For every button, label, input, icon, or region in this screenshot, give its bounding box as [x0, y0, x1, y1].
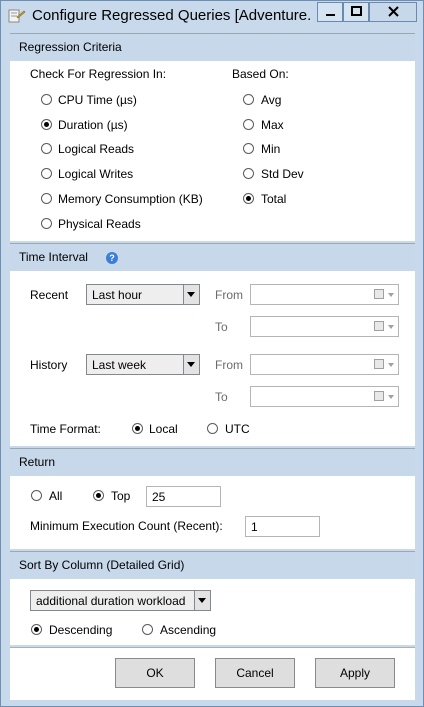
help-icon[interactable]: ? [106, 252, 118, 264]
min-label: Min [261, 142, 281, 156]
top-label: Top [111, 489, 131, 503]
ascending-label: Ascending [160, 623, 217, 637]
top-count-input[interactable]: 25 [146, 486, 221, 507]
total-radio[interactable] [243, 193, 254, 204]
minimize-button[interactable] [317, 2, 343, 22]
physical-reads-radio[interactable] [41, 218, 52, 229]
physical-reads-label: Physical Reads [58, 217, 141, 231]
recent-from-label: From [215, 288, 243, 302]
avg-label: Avg [261, 93, 282, 107]
utc-label: UTC [225, 422, 250, 436]
descending-radio[interactable] [31, 624, 42, 635]
history-dropdown[interactable]: Last week [86, 354, 200, 375]
logical-writes-radio[interactable] [41, 168, 52, 179]
title-bar: Configure Regressed Queries [Adventure..… [1, 1, 423, 31]
maximize-button[interactable] [343, 2, 369, 22]
std-dev-radio[interactable] [243, 168, 254, 179]
duration-radio[interactable] [41, 119, 52, 130]
min-exec-input[interactable]: 1 [245, 516, 320, 537]
memory-consumption-label: Memory Consumption (KB) [58, 192, 203, 206]
ascending-radio[interactable] [142, 624, 153, 635]
calendar-icon [374, 321, 384, 331]
sort-header: Sort By Column (Detailed Grid) [10, 551, 415, 579]
top-radio[interactable] [93, 490, 104, 501]
chevron-down-icon [388, 363, 394, 367]
window-title: Configure Regressed Queries [Adventure..… [32, 7, 312, 24]
based-on-label: Based On: [232, 67, 289, 81]
close-button[interactable] [369, 2, 417, 22]
time-format-label: Time Format: [30, 422, 101, 436]
chevron-down-icon [183, 285, 199, 304]
min-exec-label: Minimum Execution Count (Recent): [30, 519, 223, 533]
sort-column-dropdown[interactable]: additional duration workload [30, 590, 211, 611]
chevron-down-icon [388, 293, 394, 297]
chevron-down-icon [388, 395, 394, 399]
apply-button[interactable]: Apply [315, 658, 395, 688]
history-from-label: From [215, 358, 243, 372]
chevron-down-icon [388, 325, 394, 329]
regression-criteria-header: Regression Criteria [10, 33, 415, 61]
memory-consumption-radio[interactable] [41, 193, 52, 204]
all-radio[interactable] [31, 490, 42, 501]
duration-label: Duration (µs) [58, 118, 128, 132]
logical-reads-label: Logical Reads [58, 142, 135, 156]
return-panel: All Top 25 Minimum Execution Count (Rece… [10, 476, 415, 549]
std-dev-label: Std Dev [261, 167, 304, 181]
local-radio[interactable] [132, 423, 143, 434]
local-label: Local [149, 422, 178, 436]
regression-criteria-panel: Check For Regression In: Based On: CPU T… [10, 61, 415, 241]
recent-from-date[interactable] [250, 284, 399, 305]
return-header: Return [10, 448, 415, 476]
ok-button[interactable]: OK [115, 658, 195, 688]
close-icon [388, 6, 399, 17]
sort-panel: additional duration workload Descending … [10, 579, 415, 645]
recent-dropdown[interactable]: Last hour [86, 284, 200, 305]
calendar-icon [374, 391, 384, 401]
time-interval-panel: Recent Last hour From To History Last we… [10, 271, 415, 446]
history-from-date[interactable] [250, 354, 399, 375]
min-radio[interactable] [243, 143, 254, 154]
recent-to-date[interactable] [250, 316, 399, 337]
cancel-button[interactable]: Cancel [215, 658, 295, 688]
cpu-time-radio[interactable] [41, 94, 52, 105]
history-to-label: To [215, 390, 228, 404]
check-regression-label: Check For Regression In: [30, 67, 167, 81]
logical-reads-radio[interactable] [41, 143, 52, 154]
recent-to-label: To [215, 320, 228, 334]
calendar-icon [374, 359, 384, 369]
avg-radio[interactable] [243, 94, 254, 105]
chevron-down-icon [183, 355, 199, 374]
configure-dialog: Configure Regressed Queries [Adventure..… [0, 0, 424, 707]
calendar-icon [374, 289, 384, 299]
total-label: Total [261, 192, 287, 206]
chevron-down-icon [194, 591, 210, 610]
recent-label: Recent [30, 288, 69, 302]
cpu-time-label: CPU Time (µs) [58, 93, 137, 107]
history-label: History [30, 358, 68, 372]
max-radio[interactable] [243, 119, 254, 130]
logical-writes-label: Logical Writes [58, 167, 134, 181]
max-label: Max [261, 118, 284, 132]
all-label: All [49, 489, 63, 503]
descending-label: Descending [49, 623, 113, 637]
app-icon [8, 8, 26, 24]
time-interval-header: Time Interval ? [10, 243, 415, 271]
history-to-date[interactable] [250, 386, 399, 407]
utc-radio[interactable] [207, 423, 218, 434]
button-bar: OK Cancel Apply [10, 647, 415, 700]
